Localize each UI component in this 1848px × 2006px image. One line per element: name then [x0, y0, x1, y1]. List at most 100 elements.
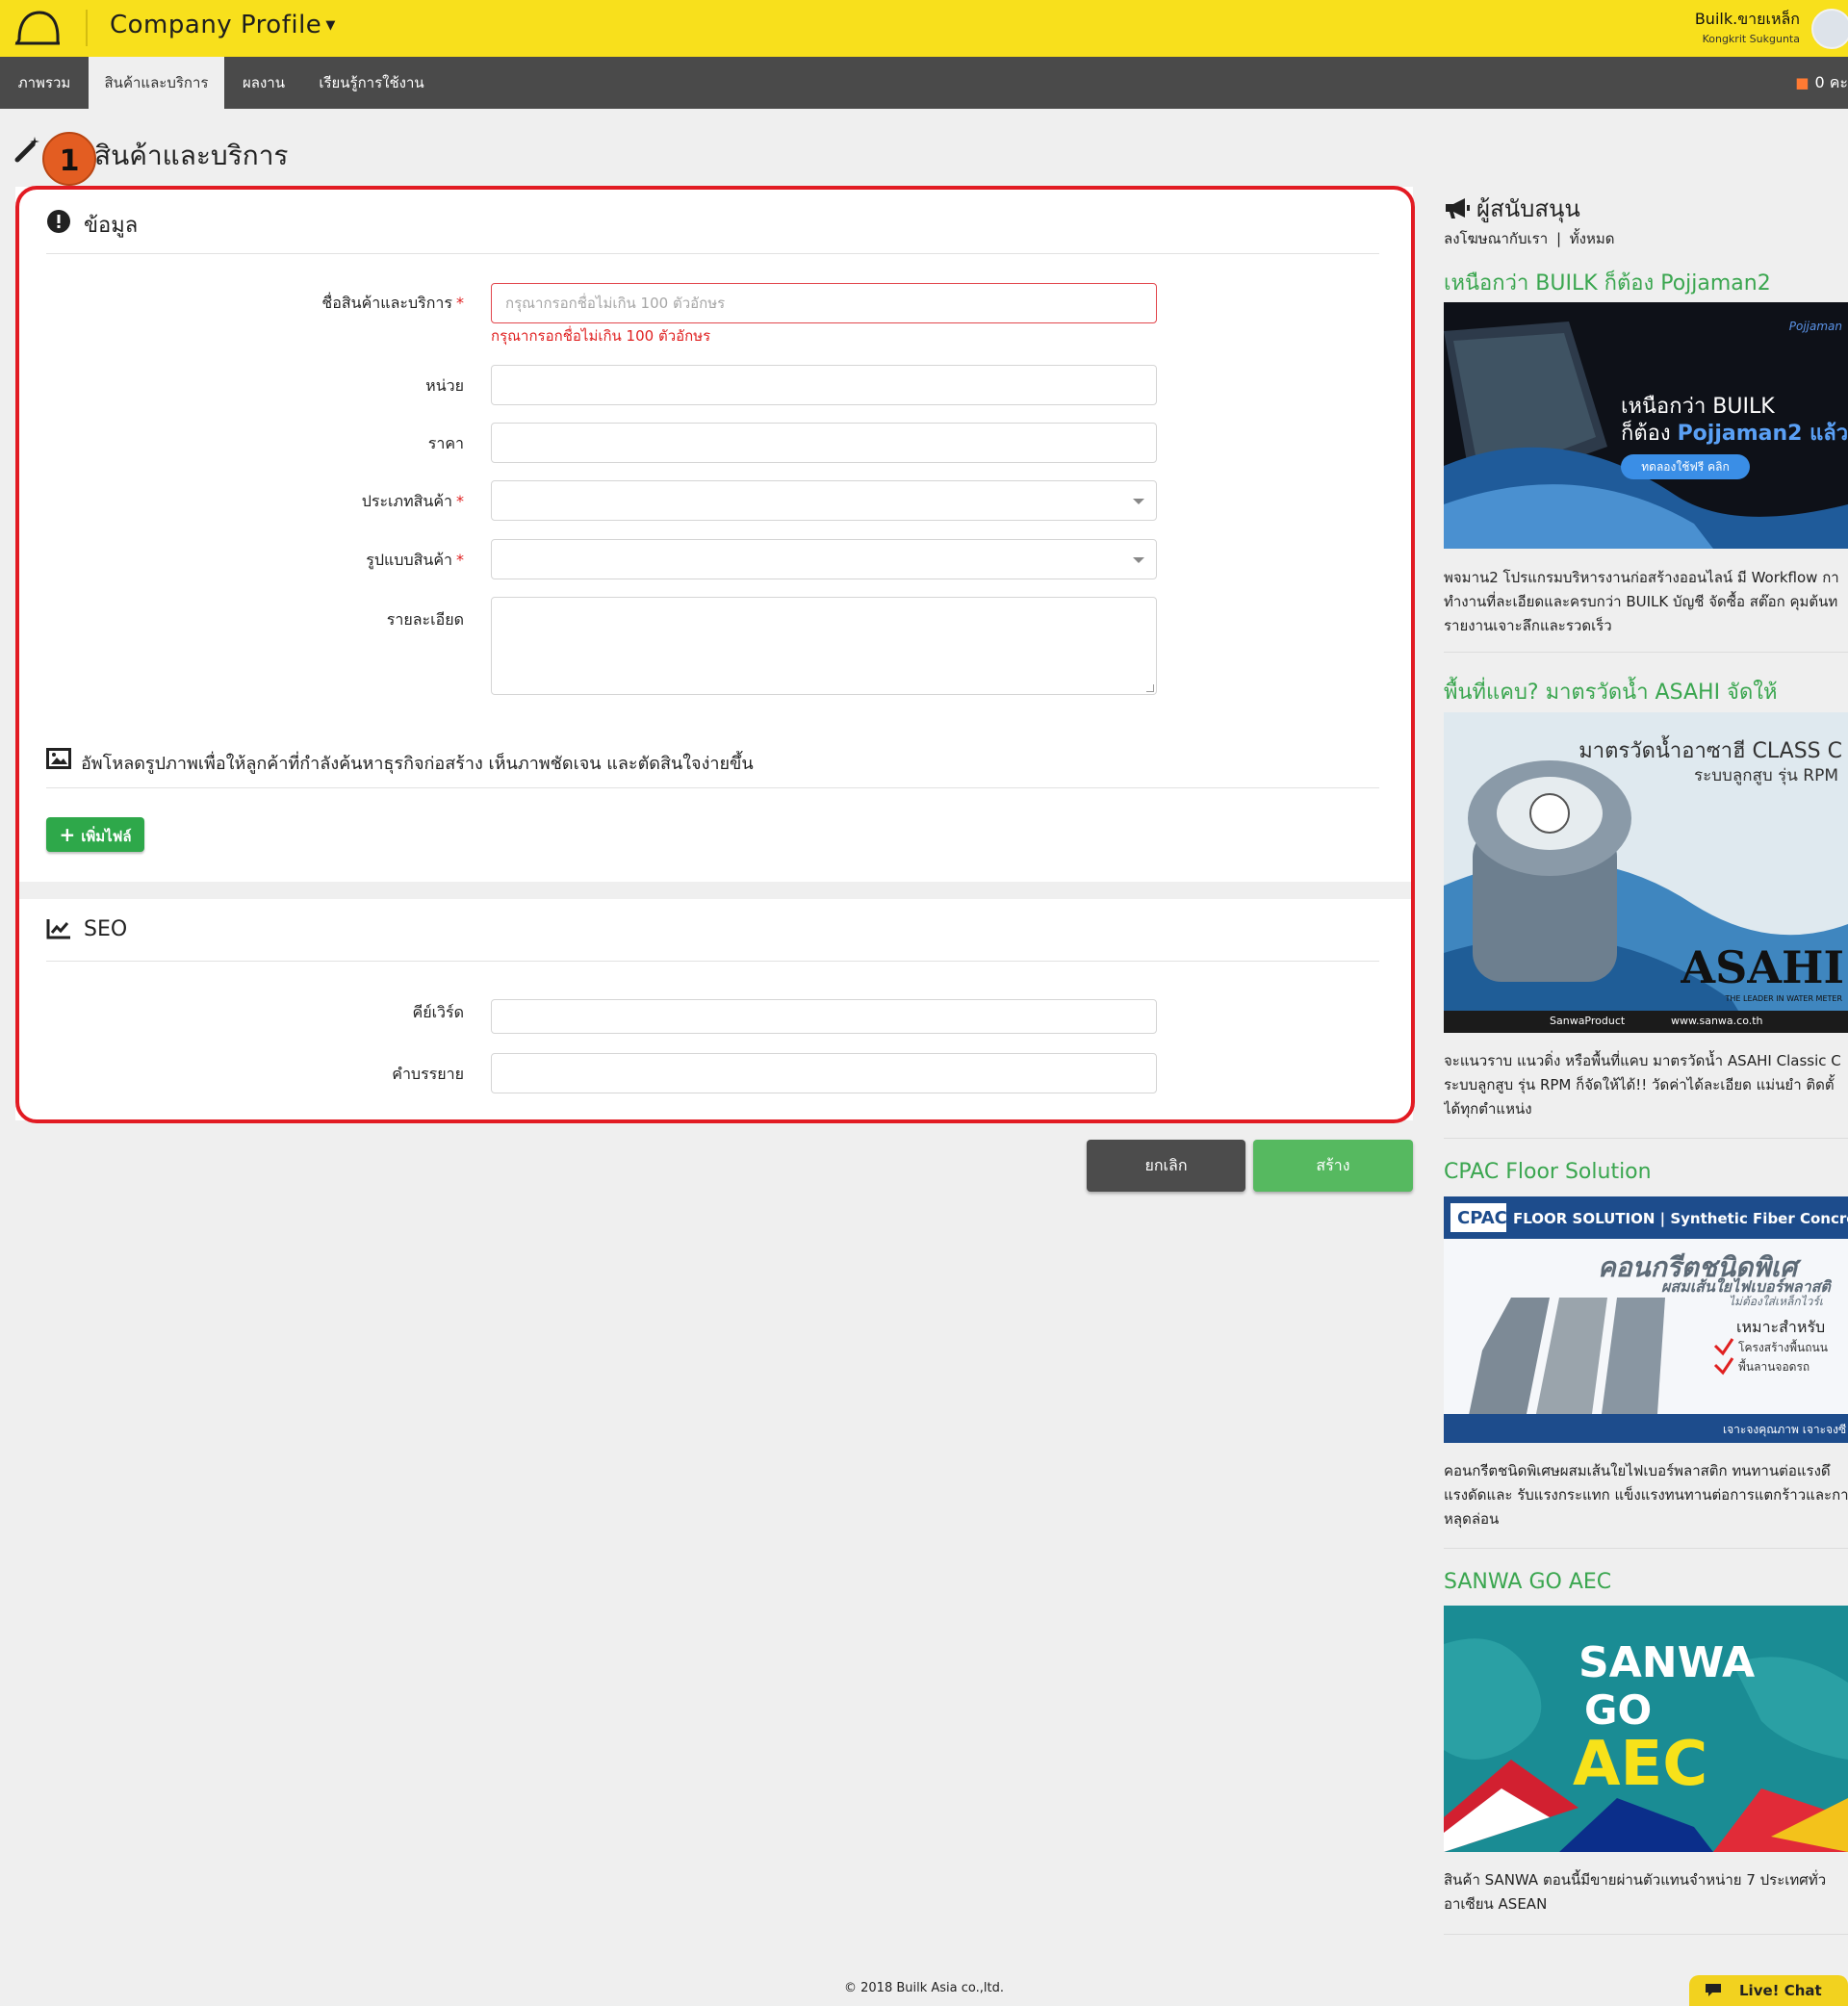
ad-separator — [1444, 1138, 1848, 1139]
main-nav: ภาพรวม สินค้าและบริการ ผลงาน เรียนรู้การ… — [0, 57, 1848, 109]
category-select[interactable] — [491, 480, 1157, 521]
cpac-foot: เจาะจงคุณภาพ เจาะจงซี — [1723, 1423, 1847, 1436]
app-title-dropdown[interactable]: Company Profile ▼ — [110, 11, 336, 39]
sanwa-line2: GO — [1584, 1686, 1653, 1734]
cpac-item1: โครงสร้างพื้นถนน — [1738, 1341, 1828, 1354]
sponsors-heading: ผู้สนับสนุน — [1444, 190, 1580, 227]
keyword-label: คีย์เวิร์ด — [412, 1003, 464, 1021]
detail-textarea[interactable] — [491, 597, 1157, 695]
create-button[interactable]: สร้าง — [1253, 1140, 1413, 1192]
format-select[interactable] — [491, 539, 1157, 579]
keyword-input[interactable] — [491, 999, 1157, 1034]
ad-desc-line: คอนกรีตชนิดพิเศษผสมเส้นใยไฟเบอร์พลาสติก … — [1444, 1462, 1831, 1479]
product-name-input[interactable] — [491, 283, 1157, 323]
points-indicator[interactable]: ■ 0 คะ — [1795, 57, 1848, 109]
ad-title-pojjaman[interactable]: เหนือกว่า BUILK ก็ต้อง Pojjaman2 — [1444, 266, 1771, 299]
cpac-logo: CPAC — [1457, 1208, 1507, 1228]
seo-section-heading: SEO — [84, 917, 128, 941]
ad-desc-line: ทำงานที่ละเอียดและครบกว่า BUILK บัญชี จั… — [1444, 593, 1838, 610]
product-name-error: กรุณากรอกชื่อไม่เกิน 100 ตัวอักษร — [491, 327, 711, 345]
cancel-button[interactable]: ยกเลิก — [1087, 1140, 1245, 1192]
caret-down-icon — [1133, 499, 1144, 504]
cpac-band: FLOOR SOLUTION | Synthetic Fiber Concret… — [1513, 1210, 1848, 1227]
pojjaman-cta: ทดลองใช้ฟรี คลิก — [1621, 454, 1750, 479]
ad-image-pojjaman[interactable]: Pojjaman เหนือกว่า BUILK ก็ต้อง Pojjaman… — [1444, 302, 1848, 549]
copyright-icon: © — [843, 1981, 857, 1995]
asahi-line2: ระบบลูกสูบ รุ่น RPM — [1693, 766, 1838, 785]
tab-products-services[interactable]: สินค้าและบริการ — [89, 57, 224, 109]
upload-section-heading: อัพโหลดรูปภาพเพื่อให้ลูกค้าที่กำลังค้นหา… — [81, 754, 754, 774]
user-avatar[interactable] — [1811, 9, 1848, 49]
description-input[interactable] — [491, 1053, 1157, 1093]
tab-overview[interactable]: ภาพรวม — [0, 57, 89, 109]
asahi-facebook: SanwaProduct — [1550, 1015, 1626, 1027]
app-title-text: Company Profile — [110, 11, 322, 39]
ad-desc-line: รายงานเจาะลึกและรวดเร็ว — [1444, 617, 1612, 634]
user-subtitle: Kongkrit Sukgunta — [1702, 33, 1800, 45]
cpac-suit: เหมาะสำหรับ — [1736, 1318, 1826, 1336]
gift-icon: ■ — [1795, 74, 1810, 91]
footer-text: 2018 Builk Asia co.,ltd. — [860, 1981, 1004, 1995]
asahi-tagline: THE LEADER IN WATER METER — [1725, 994, 1842, 1003]
unit-label: หน่วย — [425, 376, 464, 395]
caret-down-icon — [1133, 557, 1144, 563]
info-divider — [46, 253, 1379, 254]
seo-divider — [46, 961, 1379, 962]
tab-learn[interactable]: เรียนรู้การใช้งาน — [303, 57, 440, 109]
required-mark: * — [456, 551, 464, 569]
points-text: 0 คะ — [1814, 73, 1848, 91]
ad-image-asahi[interactable]: มาตรวัดน้ำอาซาฮี CLASS C ระบบลูกสูบ รุ่น… — [1444, 712, 1848, 1033]
chat-bubble-icon — [1706, 1984, 1721, 1996]
tab-portfolio[interactable]: ผลงาน — [224, 57, 303, 109]
logo-divider — [86, 10, 88, 46]
page-title: สินค้าและบริการ — [94, 140, 289, 171]
ad-desc-line: จะแนวราบ แนวดิ่ง หรือพื้นที่แคบ มาตรวัดน… — [1444, 1052, 1841, 1069]
sanwa-line1: SANWA — [1578, 1638, 1756, 1687]
category-label-text: ประเภทสินค้า — [361, 492, 452, 510]
sponsor-links: ลงโฆษณากับเรา | ทั้งหมด — [1444, 227, 1615, 250]
section-gap — [15, 882, 1413, 899]
magic-wand-icon — [14, 137, 39, 163]
plus-icon: + — [59, 823, 76, 846]
ad-desc-line: แรงดัดและ รับแรงกระแทก แข็งแรงทนทานต่อกา… — [1444, 1486, 1848, 1504]
user-name[interactable]: Builk.ขายเหล็ก — [1695, 8, 1800, 32]
upload-divider — [46, 787, 1379, 788]
add-file-button[interactable]: + เพิ่มไฟล์ — [46, 817, 144, 852]
ad-image-cpac[interactable]: CPAC FLOOR SOLUTION | Synthetic Fiber Co… — [1444, 1196, 1848, 1443]
ad-desc-sanwa: สินค้า SANWA ตอนนี้มีขายผ่านตัวแทนจำหน่า… — [1444, 1868, 1848, 1916]
ad-title-asahi[interactable]: พื้นที่แคบ? มาตรวัดน้ำ ASAHI จัดให้ — [1444, 675, 1777, 708]
caret-down-icon: ▼ — [325, 18, 336, 33]
unit-input[interactable] — [491, 365, 1157, 405]
sanwa-line3: AEC — [1573, 1729, 1708, 1800]
cpac-sub2: ไม่ต้องใส่เหล็กไวร์เ — [1729, 1295, 1823, 1308]
megaphone-icon — [1446, 198, 1470, 219]
live-chat-button[interactable]: Live! Chat — [1689, 1975, 1848, 2006]
description-label: คำบรรยาย — [392, 1065, 464, 1083]
resize-handle-icon[interactable] — [1146, 684, 1154, 692]
ad-title-cpac[interactable]: CPAC Floor Solution — [1444, 1160, 1652, 1184]
all-link[interactable]: ทั้งหมด — [1570, 230, 1615, 247]
ad-desc-line: สินค้า SANWA ตอนนี้มีขายผ่านตัวแทนจำหน่า… — [1444, 1871, 1827, 1889]
ad-separator — [1444, 1934, 1848, 1935]
required-mark: * — [456, 492, 464, 510]
advertise-link[interactable]: ลงโฆษณากับเรา — [1444, 230, 1548, 247]
required-mark: * — [456, 294, 464, 312]
line-chart-icon — [46, 919, 70, 939]
ad-title-sanwa[interactable]: SANWA GO AEC — [1444, 1570, 1611, 1594]
ad-desc-line: พจมาน2 โปรแกรมบริหารงานก่อสร้างออนไลน์ ม… — [1444, 569, 1839, 586]
pojjaman-brand: Pojjaman — [1788, 320, 1842, 333]
ad-desc-asahi: จะแนวราบ แนวดิ่ง หรือพื้นที่แคบ มาตรวัดน… — [1444, 1049, 1848, 1121]
ad-image-sanwa[interactable]: SANWA GO AEC — [1444, 1606, 1848, 1852]
price-input[interactable] — [491, 423, 1157, 463]
helmet-logo-icon[interactable] — [13, 9, 62, 49]
format-label: รูปแบบสินค้า * — [60, 549, 464, 573]
add-file-label: เพิ่มไฟล์ — [81, 828, 132, 845]
pojjaman-line2: ก็ต้อง Pojjaman2 แล้ว — [1621, 416, 1848, 450]
footer-copyright: © 2018 Builk Asia co.,ltd. — [0, 1981, 1848, 1995]
ad-separator — [1444, 652, 1848, 653]
ad-desc-line: อาเซียน ASEAN — [1444, 1895, 1548, 1913]
product-name-label: ชื่อสินค้าและบริการ * — [60, 292, 464, 316]
price-label: ราคา — [427, 434, 464, 452]
format-label-text: รูปแบบสินค้า — [366, 551, 452, 569]
link-separator: | — [1555, 230, 1561, 247]
